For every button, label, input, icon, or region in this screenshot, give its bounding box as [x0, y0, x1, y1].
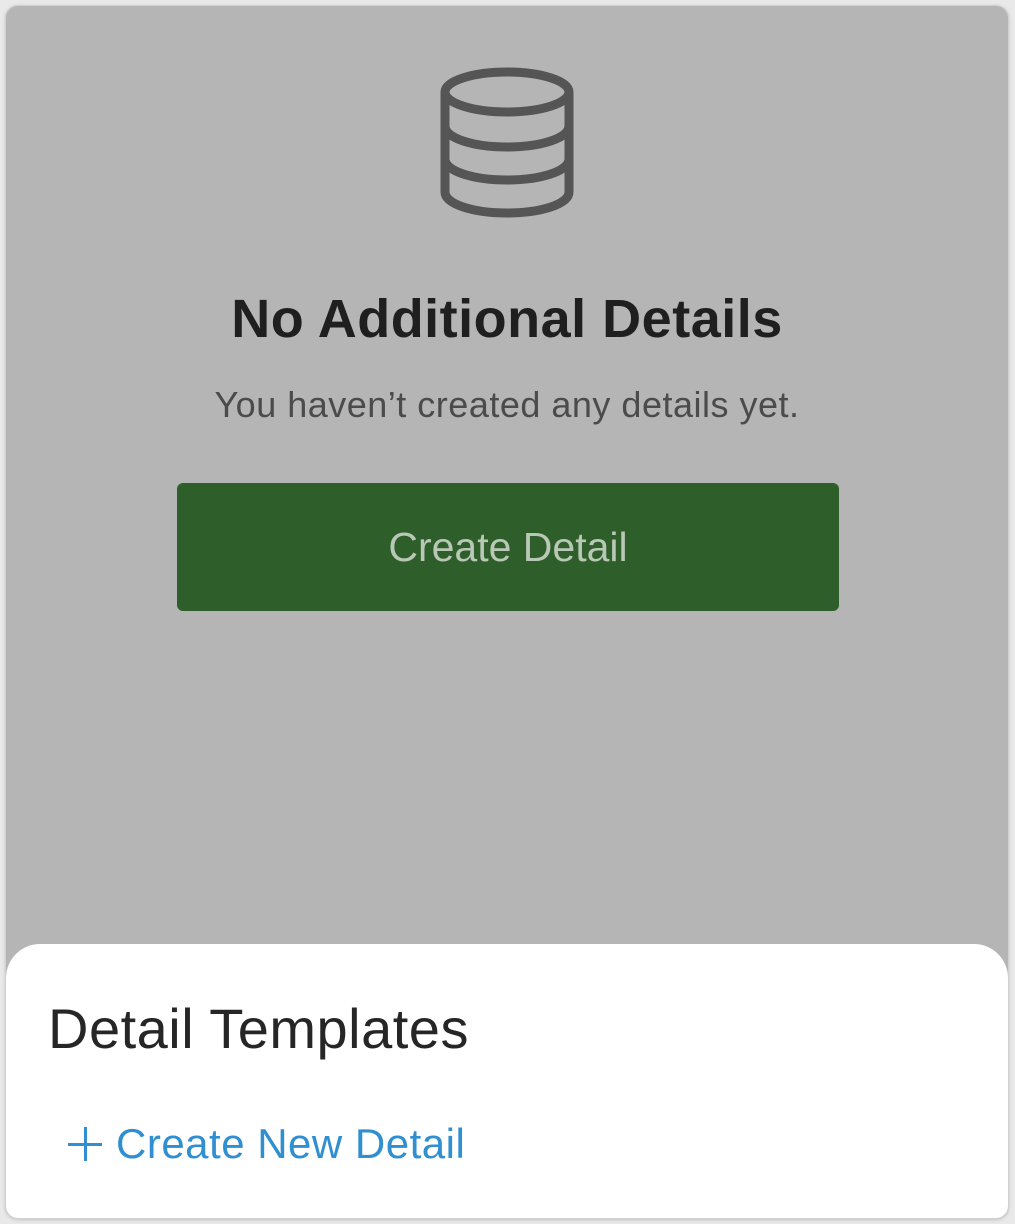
detail-templates-sheet: Detail Templates Create New Detail [6, 944, 1008, 1218]
plus-icon [68, 1127, 102, 1161]
create-detail-button[interactable]: Create Detail [177, 483, 839, 611]
app-frame: No Additional Details You haven’t create… [6, 6, 1008, 1218]
sheet-title: Detail Templates [48, 997, 469, 1060]
create-new-detail-label: Create New Detail [116, 1120, 466, 1167]
database-icon [437, 62, 577, 222]
empty-state-subtitle: You haven’t created any details yet. [214, 384, 800, 425]
create-new-detail-link[interactable]: Create New Detail [68, 1120, 465, 1168]
empty-state-title: No Additional Details [231, 289, 783, 349]
empty-state-panel: No Additional Details You haven’t create… [6, 6, 1008, 966]
